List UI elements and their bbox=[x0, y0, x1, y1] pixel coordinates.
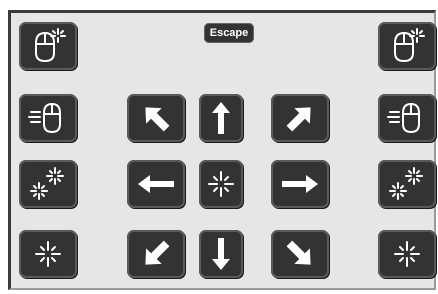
center-click-button[interactable] bbox=[199, 160, 243, 208]
arrow-up-right-icon bbox=[283, 101, 317, 135]
arrow-down-icon bbox=[210, 236, 232, 272]
single-click-button-right[interactable] bbox=[378, 230, 436, 278]
move-down-button[interactable] bbox=[199, 230, 243, 278]
move-down-right-button[interactable] bbox=[271, 230, 329, 278]
move-right-button[interactable] bbox=[271, 160, 329, 208]
mouse-click-icon bbox=[387, 27, 427, 65]
left-click-button-right[interactable] bbox=[378, 22, 436, 70]
double-click-icon bbox=[28, 165, 68, 203]
double-click-icon bbox=[387, 165, 427, 203]
arrow-up-left-icon bbox=[139, 101, 173, 135]
single-click-button[interactable] bbox=[19, 230, 77, 278]
move-down-left-button[interactable] bbox=[127, 230, 185, 278]
center-click-icon bbox=[206, 169, 236, 199]
arrow-right-icon bbox=[280, 173, 320, 195]
single-click-icon bbox=[33, 239, 63, 269]
arrow-up-icon bbox=[210, 100, 232, 136]
move-mode-button-right[interactable] bbox=[378, 94, 436, 142]
move-left-button[interactable] bbox=[127, 160, 185, 208]
arrow-left-icon bbox=[136, 173, 176, 195]
mouse-click-icon bbox=[28, 27, 68, 65]
mouse-move-icon bbox=[28, 99, 68, 137]
left-click-button[interactable] bbox=[19, 22, 77, 70]
mouse-move-icon bbox=[387, 99, 427, 137]
arrow-down-right-icon bbox=[283, 237, 317, 271]
single-click-icon bbox=[392, 239, 422, 269]
move-up-right-button[interactable] bbox=[271, 94, 329, 142]
move-mode-button[interactable] bbox=[19, 94, 77, 142]
escape-button[interactable]: Escape bbox=[204, 23, 254, 43]
double-click-button-right[interactable] bbox=[378, 160, 436, 208]
move-up-button[interactable] bbox=[199, 94, 243, 142]
move-up-left-button[interactable] bbox=[127, 94, 185, 142]
double-click-button[interactable] bbox=[19, 160, 77, 208]
arrow-down-left-icon bbox=[139, 237, 173, 271]
